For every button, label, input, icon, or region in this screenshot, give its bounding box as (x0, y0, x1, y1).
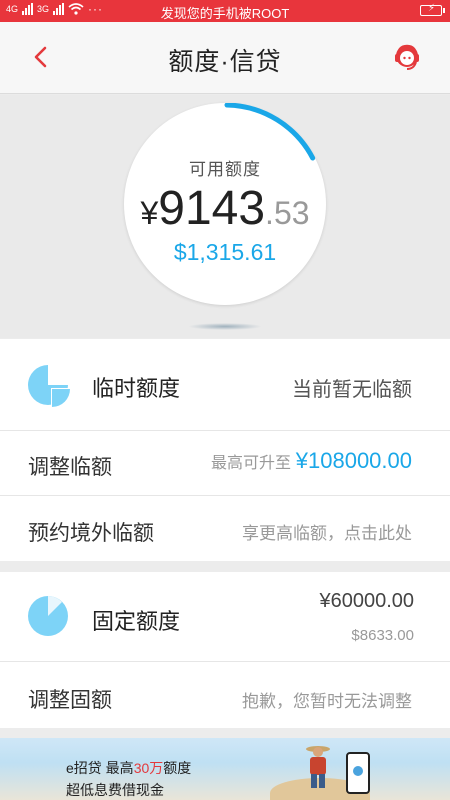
fixed-limit-usd: $8633.00 (351, 627, 414, 644)
max-raise-amount: ¥108000.00 (295, 448, 412, 473)
overseas-limit-hint: 享更高临额，点击此处 (242, 524, 412, 543)
pie-chart-icon (28, 596, 68, 636)
limit-progress-arc (224, 103, 316, 161)
banner-headline-suffix: 额度 (163, 760, 192, 776)
temporary-limit-section: 临时额度 当前暂无临额 调整临额 最高可升至 ¥108000.00 预约境外临额… (0, 339, 450, 561)
phone-illustration (346, 752, 370, 794)
banner-subline: 超低息费借现金 (66, 782, 164, 798)
root-warning-text: 发现您的手机被ROOT (160, 6, 290, 21)
banner-headline-prefix: e招贷 最高 (66, 760, 134, 776)
adjust-fixed-limit-label: 调整固额 (28, 689, 112, 712)
promo-banner[interactable]: e招贷 最高30万额度 超低息费借现金 (0, 738, 450, 800)
battery-icon: ⚡ (420, 3, 445, 16)
pie-quarter-icon (28, 365, 70, 407)
adjust-temporary-limit-row[interactable]: 调整临额 最高可升至 ¥108000.00 (0, 431, 450, 496)
customer-service-icon[interactable] (390, 40, 424, 74)
fixed-limit-amount: ¥60000.00 (319, 590, 414, 612)
overseas-limit-row[interactable]: 预约境外临额 享更高临额，点击此处 (0, 496, 450, 561)
adjust-fixed-limit-row[interactable]: 调整固额 抱歉，您暂时无法调整 (0, 662, 450, 728)
adjust-temporary-limit-label: 调整临额 (28, 456, 112, 479)
balance-panel: 可用额度 ¥9143.53 $1,315.61 (0, 95, 450, 338)
adjust-fixed-limit-hint: 抱歉，您暂时无法调整 (242, 692, 412, 711)
temporary-limit-header: 临时额度 当前暂无临额 (0, 339, 450, 431)
fixed-limit-header: 固定额度 ¥60000.00 $8633.00 (0, 572, 450, 662)
traveler-illustration (306, 746, 330, 788)
temporary-limit-title: 临时额度 (92, 376, 181, 401)
banner-headline: e招贷 最高30万额度 (66, 758, 191, 778)
overseas-limit-label: 预约境外临额 (28, 522, 154, 545)
max-raise-info: 最高可升至 ¥108000.00 (211, 448, 412, 474)
max-raise-hint: 最高可升至 (211, 455, 292, 472)
circle-shadow (188, 323, 262, 330)
nav-bar: 额度·信贷 (0, 22, 450, 94)
fixed-limit-section: 固定额度 ¥60000.00 $8633.00 调整固额 抱歉，您暂时无法调整 (0, 572, 450, 728)
status-bar: 4G 3G ··· 发现您的手机被ROOT ⚡ (0, 0, 450, 22)
fixed-limit-title: 固定额度 (92, 609, 181, 634)
page-title: 额度·信贷 (168, 48, 282, 76)
banner-headline-highlight: 30万 (133, 760, 164, 776)
temporary-limit-status: 当前暂无临额 (292, 379, 412, 401)
